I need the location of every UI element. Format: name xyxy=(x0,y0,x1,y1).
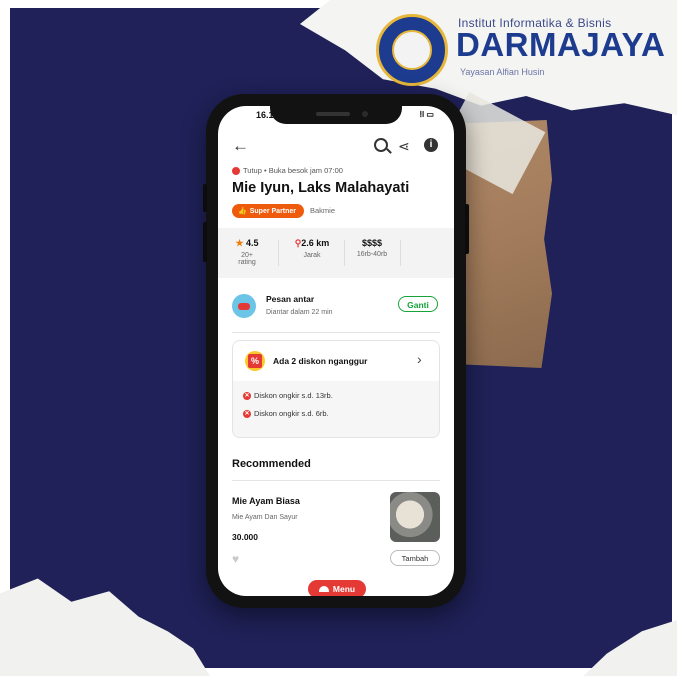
restaurant-name: Mie Iyun, Laks Malahayati xyxy=(232,180,410,196)
super-partner-badge: 👍 Super Partner xyxy=(232,204,305,218)
stat-distance: ⚲2.6 km Jarak xyxy=(294,238,330,259)
divider xyxy=(232,480,440,481)
chevron-right-icon[interactable]: › xyxy=(417,351,422,367)
menu-item-photo[interactable] xyxy=(390,492,440,542)
clock-icon xyxy=(232,166,240,175)
discount-icon xyxy=(245,351,265,371)
stats-bar: ★ 4.5 20+ rating ⚲2.6 km Jarak $$$$ 16rb… xyxy=(218,228,454,278)
status-icons: ⵑl ▭ xyxy=(419,110,434,119)
menu-item-description: Mie Ayam Dan Sayur xyxy=(232,514,298,521)
foundation-name: Yayasan Alfian Husin xyxy=(460,67,545,77)
promo-card[interactable]: Ada 2 diskon nganggur › ✕ Diskon ongkir … xyxy=(232,340,440,438)
promo-title: Ada 2 diskon nganggur xyxy=(273,356,368,366)
cross-icon: ✕ xyxy=(243,391,251,400)
stat-price: $$$$ 16rb-40rb xyxy=(356,238,388,258)
promo-item: ✕ Diskon ongkir s.d. 6rb. xyxy=(243,409,329,418)
menu-item-price: 30.000 xyxy=(232,532,258,542)
menu-button-label: Menu xyxy=(332,584,356,594)
cuisine-label: Bakmie xyxy=(310,206,336,215)
menu-button[interactable]: Menu xyxy=(308,580,366,596)
section-title: Recommended xyxy=(232,458,311,470)
cloche-icon xyxy=(318,586,329,592)
promo-list: ✕ Diskon ongkir s.d. 13rb. ✕ Diskon ongk… xyxy=(233,381,439,437)
open-status: Tutup • Buka besok jam 07:00 xyxy=(232,166,343,175)
share-icon[interactable]: ⋖ xyxy=(398,138,410,155)
notch xyxy=(270,106,402,124)
add-item-button[interactable]: Tambah xyxy=(390,550,440,566)
top-bar: ← ⋖ i xyxy=(218,136,454,160)
phone-mockup: 16.1 ⵑl ▭ ← ⋖ i Tutup • Buka besok jam 0… xyxy=(203,94,469,608)
menu-item-name[interactable]: Mie Ayam Biasa xyxy=(232,496,300,506)
promo-item: ✕ Diskon ongkir s.d. 13rb. xyxy=(243,391,333,400)
back-arrow-icon[interactable]: ← xyxy=(232,136,249,156)
brand-name: DARMAJAYA xyxy=(456,26,666,63)
delivery-section: Pesan antar Diantar dalam 22 min Ganti xyxy=(218,290,454,326)
change-delivery-button[interactable]: Ganti xyxy=(398,296,438,312)
delivery-eta: Diantar dalam 22 min xyxy=(266,309,333,316)
badge-label: Super Partner xyxy=(249,207,297,215)
open-status-text: Tutup • Buka besok jam 07:00 xyxy=(243,166,343,175)
thumbs-up-icon: 👍 xyxy=(238,208,247,215)
darmajaya-seal-logo xyxy=(376,14,448,86)
divider xyxy=(232,332,440,333)
app-screen: 16.1 ⵑl ▭ ← ⋖ i Tutup • Buka besok jam 0… xyxy=(218,106,454,596)
info-icon[interactable]: i xyxy=(424,138,438,152)
cross-icon: ✕ xyxy=(243,409,251,418)
scooter-icon xyxy=(232,294,256,318)
search-icon[interactable] xyxy=(374,138,388,152)
heart-icon[interactable]: ♥ xyxy=(232,552,239,566)
stat-rating[interactable]: ★ 4.5 20+ rating xyxy=(232,238,262,266)
star-icon: ★ xyxy=(235,238,244,248)
delivery-title: Pesan antar xyxy=(266,294,315,304)
